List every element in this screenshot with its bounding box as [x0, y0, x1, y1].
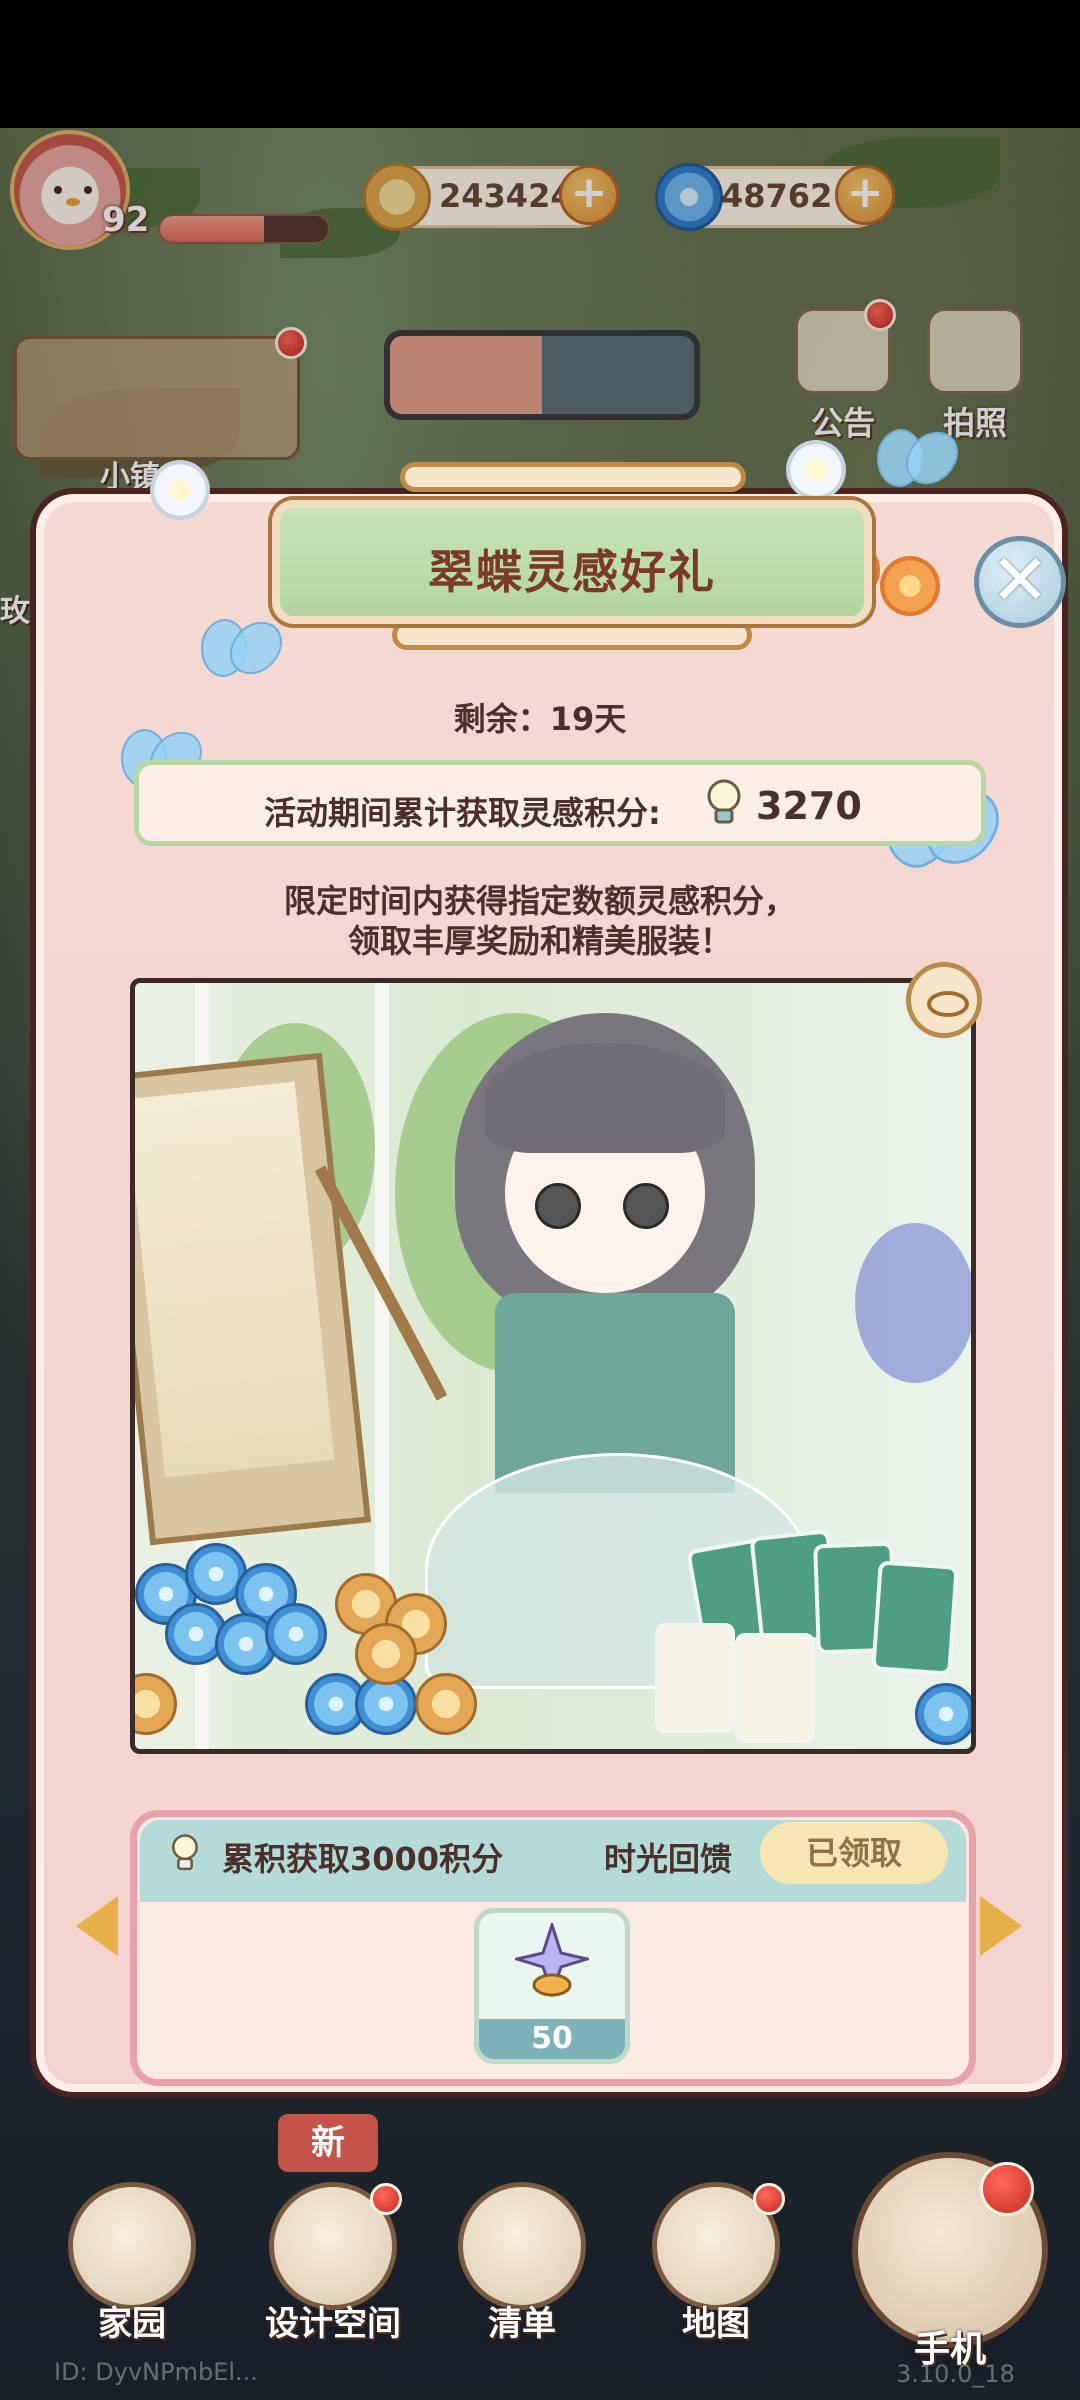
milestone-goal: 累积获取3000积分 [222, 1840, 504, 1878]
flower-vase [855, 1223, 971, 1383]
design-tools-icon [269, 2182, 402, 2310]
phone-icon[interactable] [852, 2152, 1048, 2348]
house-icon [68, 2182, 196, 2310]
owl-map-icon [652, 2182, 785, 2310]
preview-eye-icon[interactable] [906, 962, 982, 1038]
nav-list-label: 清单 [488, 2304, 556, 2344]
score-label: 活动期间累计获取灵感积分: [264, 794, 661, 832]
reward-item-count: 50 [479, 2019, 625, 2059]
nav-map-label: 地图 [682, 2304, 750, 2344]
butterfly-decoration [200, 620, 280, 680]
lightbulb-icon [172, 1834, 198, 1871]
nav-design-label: 设计空间 [265, 2304, 401, 2344]
flower-decoration [786, 440, 846, 500]
coin-reward-icon [415, 1673, 477, 1735]
nav-home[interactable]: 家园 [62, 2182, 202, 2345]
event-description-line2: 领取丰厚奖励和精美服装！ [347, 922, 732, 960]
checklist-icon [458, 2182, 586, 2310]
design-card-reward [871, 1560, 959, 1676]
flower-decoration [150, 460, 210, 520]
title-scroll-ornament [392, 620, 752, 650]
notification-dot [370, 2183, 402, 2215]
butterfly-decoration [876, 430, 956, 490]
coin-reward-icon [135, 1673, 177, 1735]
title-scroll-ornament [400, 462, 746, 492]
reward-item-slot[interactable]: 50 [474, 1908, 630, 2064]
star-crystal-icon [515, 1923, 589, 1998]
event-title: 翠蝶灵感好礼 [428, 545, 716, 599]
nav-map[interactable]: 地图 [646, 2182, 786, 2345]
character-eye [535, 1183, 581, 1229]
previous-milestone-arrow[interactable] [76, 1896, 118, 1956]
lightbulb-icon [707, 779, 741, 824]
swirl-reward-icon [915, 1683, 971, 1745]
player-id: ID: DyvNPmbEl... [54, 2358, 258, 2386]
design-card-reward [735, 1633, 815, 1743]
notification-dot [980, 2162, 1034, 2216]
new-badge: 新 [278, 2114, 378, 2172]
app-version: 3.10.0_18 [896, 2360, 1015, 2388]
character-bangs [485, 1043, 725, 1153]
design-card-reward [655, 1623, 735, 1733]
score-value: 3270 [756, 784, 862, 828]
notification-dot [753, 2183, 785, 2215]
next-milestone-arrow[interactable] [980, 1896, 1022, 1956]
painting-canvas [135, 1081, 335, 1478]
coin-reward-icon [355, 1623, 417, 1685]
close-icon[interactable]: ✕ [974, 536, 1066, 628]
character-eye [623, 1183, 669, 1229]
flower-decoration [880, 556, 940, 616]
nav-home-label: 家园 [98, 2304, 166, 2344]
event-outfit-illustration [130, 978, 976, 1754]
nav-list[interactable]: 清单 [452, 2182, 592, 2345]
nav-design-space[interactable]: 设计空间 [258, 2182, 408, 2345]
swirl-reward-icon [265, 1603, 327, 1665]
claimed-button[interactable]: 已领取 [760, 1822, 948, 1884]
remaining-days: 剩余：19天 [453, 700, 627, 738]
milestone-reward-name: 时光回馈 [604, 1840, 733, 1878]
